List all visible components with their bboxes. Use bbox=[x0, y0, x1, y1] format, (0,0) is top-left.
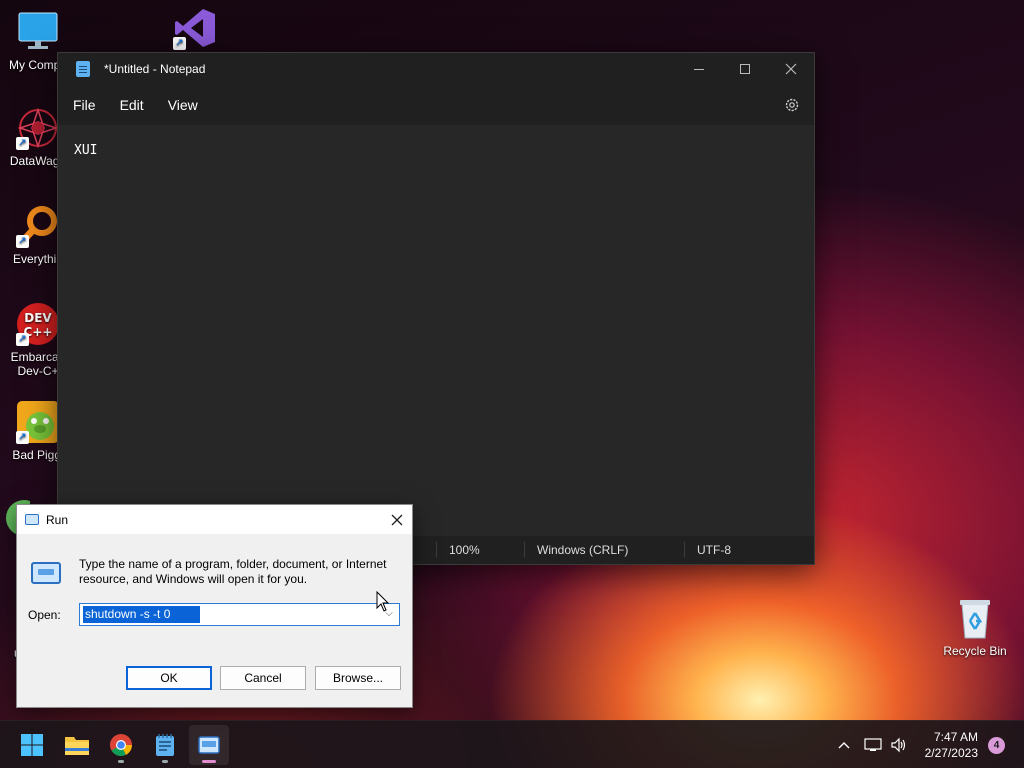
notepad-icon bbox=[156, 734, 174, 756]
gear-icon bbox=[785, 98, 799, 112]
clock-time: 7:47 AM bbox=[933, 730, 978, 744]
ok-button[interactable]: OK bbox=[126, 666, 212, 690]
cancel-button[interactable]: Cancel bbox=[220, 666, 306, 690]
dev-cpp-icon: DEV C++ ↗ bbox=[16, 302, 60, 346]
notepad-window-title: *Untitled - Notepad bbox=[104, 62, 206, 76]
menu-view[interactable]: View bbox=[158, 91, 208, 119]
taskbar-chrome[interactable] bbox=[101, 725, 141, 765]
browse-button[interactable]: Browse... bbox=[315, 666, 401, 690]
magnifier-icon: ↗ bbox=[16, 204, 60, 248]
visual-studio-icon: ↗ bbox=[173, 6, 217, 50]
run-open-combobox[interactable]: ⌵ bbox=[79, 603, 400, 626]
chevron-up-icon[interactable] bbox=[836, 737, 852, 753]
notepad-text-content: XUI bbox=[74, 143, 98, 158]
status-line-ending: Windows (CRLF) bbox=[524, 542, 684, 558]
close-icon bbox=[785, 63, 797, 75]
run-open-label: Open: bbox=[28, 608, 61, 622]
shortcut-arrow-icon: ↗ bbox=[16, 333, 29, 346]
run-description: Type the name of a program, folder, docu… bbox=[79, 557, 387, 586]
settings-button[interactable] bbox=[784, 97, 800, 113]
taskbar-file-explorer[interactable] bbox=[57, 725, 97, 765]
run-close-button[interactable] bbox=[382, 505, 412, 534]
notepad-app-icon bbox=[76, 61, 90, 77]
run-open-input[interactable] bbox=[83, 606, 200, 623]
clock-date: 2/27/2023 bbox=[924, 746, 978, 760]
datawago-icon: ↗ bbox=[16, 106, 60, 150]
taskbar-running-indicator bbox=[162, 760, 168, 763]
network-icon[interactable] bbox=[864, 737, 882, 753]
run-icon bbox=[198, 736, 220, 754]
run-titlebar[interactable]: Run bbox=[17, 505, 412, 534]
start-button[interactable] bbox=[12, 725, 52, 765]
menu-file[interactable]: File bbox=[63, 91, 106, 119]
taskbar-run[interactable] bbox=[189, 725, 229, 765]
status-encoding: UTF-8 bbox=[684, 542, 804, 558]
taskbar-clock[interactable]: 7:47 AM 2/27/2023 bbox=[925, 729, 978, 761]
recycle-bin-icon bbox=[953, 596, 997, 640]
desktop-icon-label: Recycle Bin bbox=[943, 644, 1007, 658]
notepad-window[interactable]: *Untitled - Notepad File Edit View XUI 1… bbox=[57, 52, 815, 565]
shortcut-arrow-icon: ↗ bbox=[16, 431, 29, 444]
run-dialog-title: Run bbox=[46, 512, 69, 527]
close-icon bbox=[391, 514, 403, 525]
svg-text:DEV: DEV bbox=[24, 311, 52, 325]
shortcut-arrow-icon: ↗ bbox=[173, 37, 186, 50]
monitor-icon bbox=[16, 10, 60, 54]
desktop-icon-recycle-bin[interactable]: Recycle Bin bbox=[937, 596, 1013, 658]
notepad-titlebar[interactable]: *Untitled - Notepad bbox=[58, 53, 814, 85]
minimize-button[interactable] bbox=[676, 53, 722, 85]
notification-badge[interactable]: 4 bbox=[988, 737, 1005, 754]
chrome-icon bbox=[110, 734, 132, 756]
notepad-menubar: File Edit View bbox=[58, 85, 814, 125]
maximize-icon bbox=[740, 64, 750, 74]
bad-piggies-icon: ↗ bbox=[16, 400, 60, 444]
minimize-icon bbox=[694, 68, 704, 70]
notepad-text-area[interactable]: XUI bbox=[58, 125, 814, 536]
shortcut-arrow-icon: ↗ bbox=[16, 235, 29, 248]
taskbar-running-indicator bbox=[118, 760, 124, 763]
taskbar-notepad[interactable] bbox=[145, 725, 185, 765]
run-title-icon bbox=[25, 514, 39, 525]
mouse-cursor-icon bbox=[376, 591, 390, 612]
system-tray bbox=[836, 721, 908, 768]
menu-edit[interactable]: Edit bbox=[110, 91, 154, 119]
status-zoom: 100% bbox=[436, 542, 524, 558]
run-dialog[interactable]: Run Type the name of a program, folder, … bbox=[16, 504, 413, 708]
close-button[interactable] bbox=[768, 53, 814, 85]
windows-logo-icon bbox=[21, 734, 43, 756]
folder-icon bbox=[65, 737, 89, 755]
taskbar-running-indicator bbox=[202, 760, 216, 763]
taskbar: 7:47 AM 2/27/2023 4 bbox=[0, 720, 1024, 768]
volume-icon[interactable] bbox=[890, 737, 908, 753]
shortcut-arrow-icon: ↗ bbox=[16, 137, 29, 150]
desktop-icon-visual-studio[interactable]: ↗ bbox=[157, 6, 233, 54]
run-program-icon bbox=[31, 562, 61, 584]
maximize-button[interactable] bbox=[722, 53, 768, 85]
